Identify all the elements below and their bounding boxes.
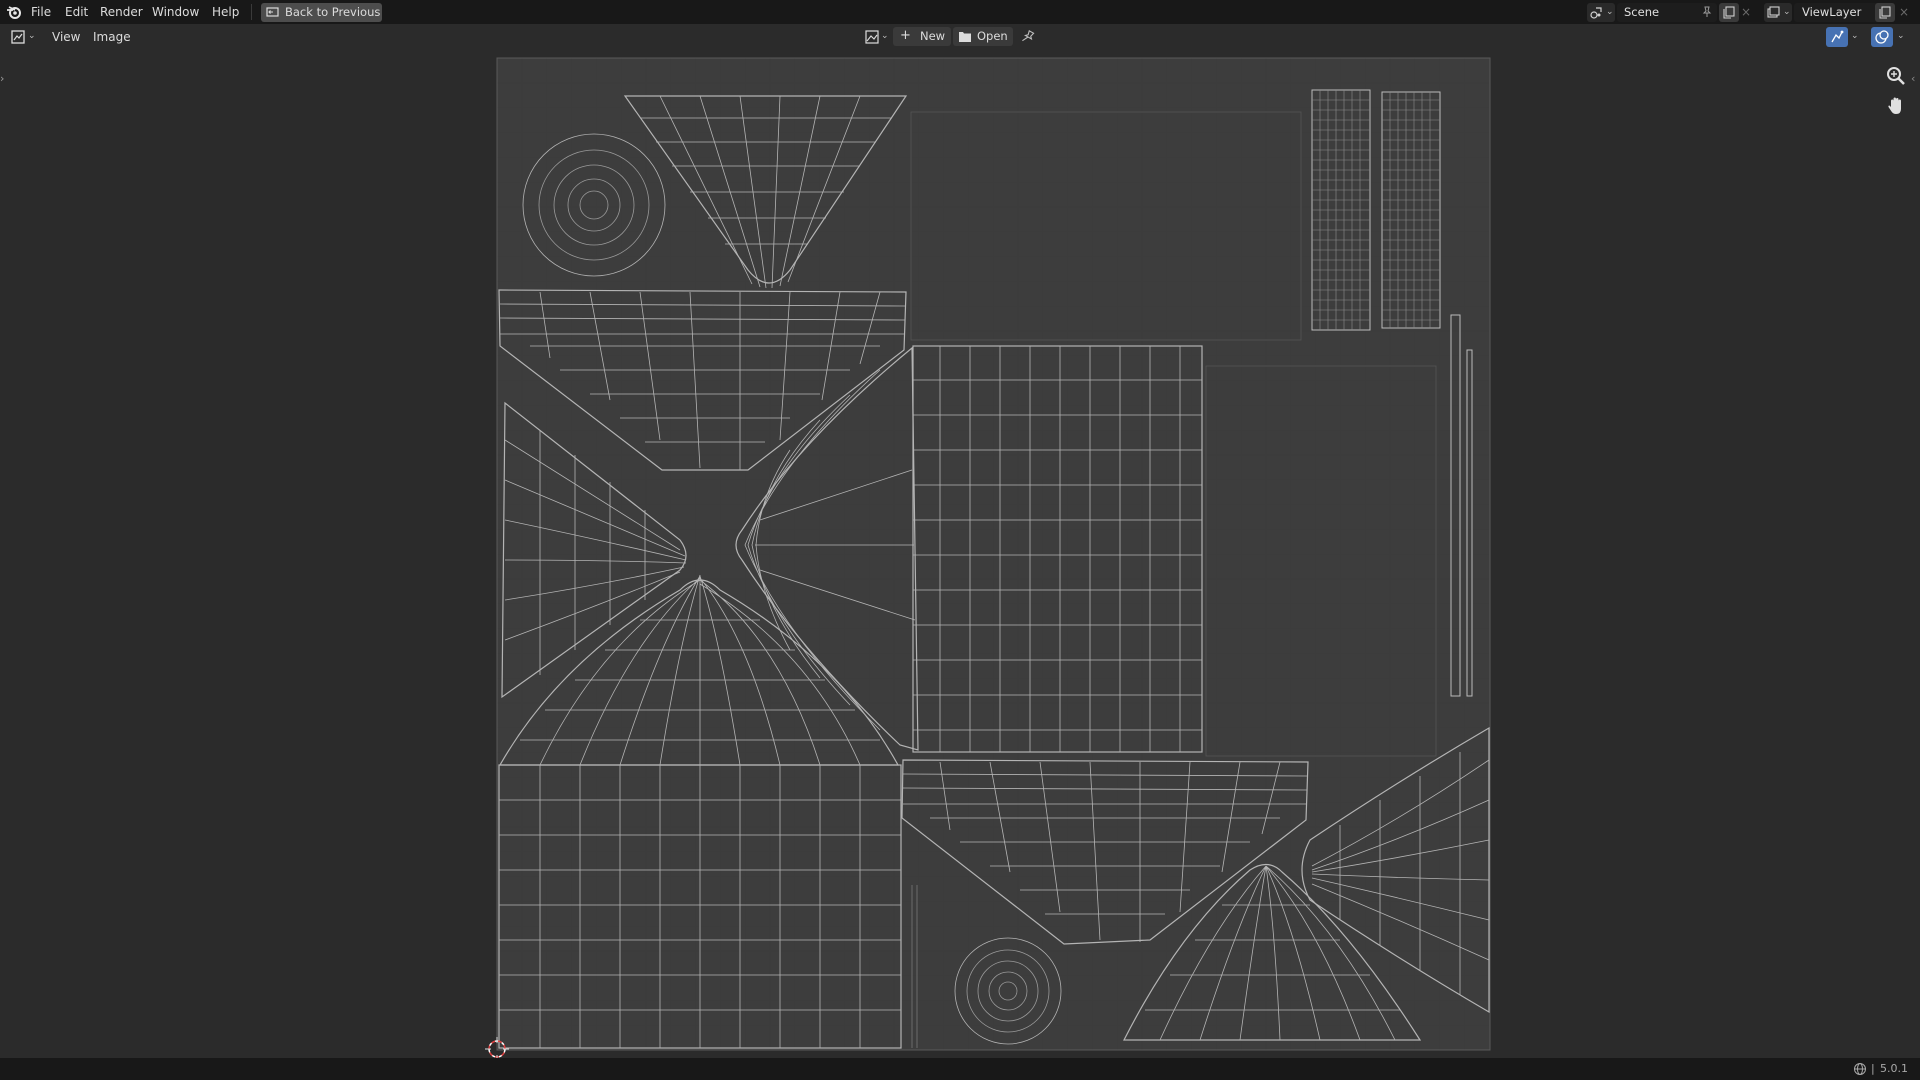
- overlay-toggle-button[interactable]: [1871, 27, 1893, 47]
- new-scene-button[interactable]: [1719, 3, 1739, 22]
- new-image-button[interactable]: + New: [893, 27, 951, 46]
- uv-grid: [497, 58, 1490, 1050]
- pin-icon[interactable]: [1021, 30, 1035, 44]
- duplicate-icon: [1723, 6, 1735, 19]
- menu-window[interactable]: Window: [152, 4, 199, 20]
- version-label: 5.0.1: [1880, 1062, 1908, 1075]
- scene-browse-button[interactable]: ⌄: [1587, 3, 1615, 22]
- browse-image-button[interactable]: ⌄: [863, 27, 891, 47]
- gizmo-icon: [1831, 30, 1844, 43]
- status-bar: | 5.0.1: [0, 1058, 1920, 1080]
- blender-logo-icon[interactable]: [6, 4, 22, 20]
- viewlayer-name-field[interactable]: ViewLayer: [1794, 3, 1882, 22]
- chevron-down-icon: ⌄: [881, 31, 889, 41]
- uv-layout-canvas[interactable]: [0, 50, 1920, 1058]
- image-editor-icon: [11, 30, 25, 44]
- scene-name-field[interactable]: Scene: [1617, 3, 1717, 22]
- menu-render[interactable]: Render: [100, 4, 143, 20]
- overlay-icon: [1875, 30, 1889, 44]
- zoom-icon[interactable]: [1884, 64, 1908, 88]
- pin-icon[interactable]: [1701, 6, 1713, 18]
- chevron-down-icon: ⌄: [28, 31, 36, 41]
- menu-image[interactable]: Image: [93, 29, 131, 45]
- chevron-down-icon: ⌄: [1606, 7, 1614, 17]
- plus-icon: +: [900, 28, 911, 43]
- scene-icon: [1590, 7, 1602, 19]
- status-separator: |: [1871, 1062, 1875, 1075]
- image-data-icon: [865, 30, 879, 44]
- globe-icon: [1854, 1063, 1866, 1075]
- chevron-down-icon: ⌄: [1783, 7, 1791, 17]
- viewlayer-browse-button[interactable]: ⌄: [1764, 3, 1792, 22]
- image-editor-header: ⌄ View Image ⌄ + New Open ⌄ ⌄: [0, 24, 1920, 50]
- menu-edit[interactable]: Edit: [65, 4, 88, 20]
- menu-separator: [251, 4, 252, 20]
- menu-view[interactable]: View: [52, 29, 80, 45]
- screen-back-icon: [266, 7, 279, 17]
- back-to-previous-label: Back to Previous: [285, 5, 381, 19]
- sidebar-expand-arrow[interactable]: ‹: [1911, 72, 1915, 85]
- open-image-button[interactable]: Open: [953, 27, 1013, 46]
- back-to-previous-button[interactable]: Back to Previous: [261, 3, 382, 22]
- chevron-down-icon[interactable]: ⌄: [1851, 31, 1859, 41]
- render-layers-icon: [1767, 6, 1780, 18]
- delete-scene-icon[interactable]: ×: [1741, 3, 1755, 22]
- hand-icon[interactable]: [1884, 94, 1908, 118]
- delete-viewlayer-icon[interactable]: ×: [1899, 3, 1913, 22]
- open-image-label: Open: [977, 29, 1008, 43]
- new-viewlayer-button[interactable]: [1875, 3, 1895, 22]
- menu-help[interactable]: Help: [212, 4, 239, 20]
- editor-type-button[interactable]: ⌄: [8, 27, 38, 47]
- duplicate-icon: [1879, 6, 1891, 19]
- chevron-down-icon[interactable]: ⌄: [1897, 31, 1905, 41]
- menu-file[interactable]: File: [31, 4, 51, 20]
- scene-name-text: Scene: [1624, 5, 1660, 19]
- folder-icon: [959, 32, 971, 42]
- viewlayer-name-text: ViewLayer: [1802, 5, 1862, 19]
- uv-editor-viewport[interactable]: › ‹: [0, 50, 1920, 1058]
- new-image-label: New: [920, 29, 946, 43]
- top-bar: File Edit Render Window Help Back to Pre…: [0, 0, 1920, 24]
- gizmo-toggle-button[interactable]: [1826, 27, 1848, 47]
